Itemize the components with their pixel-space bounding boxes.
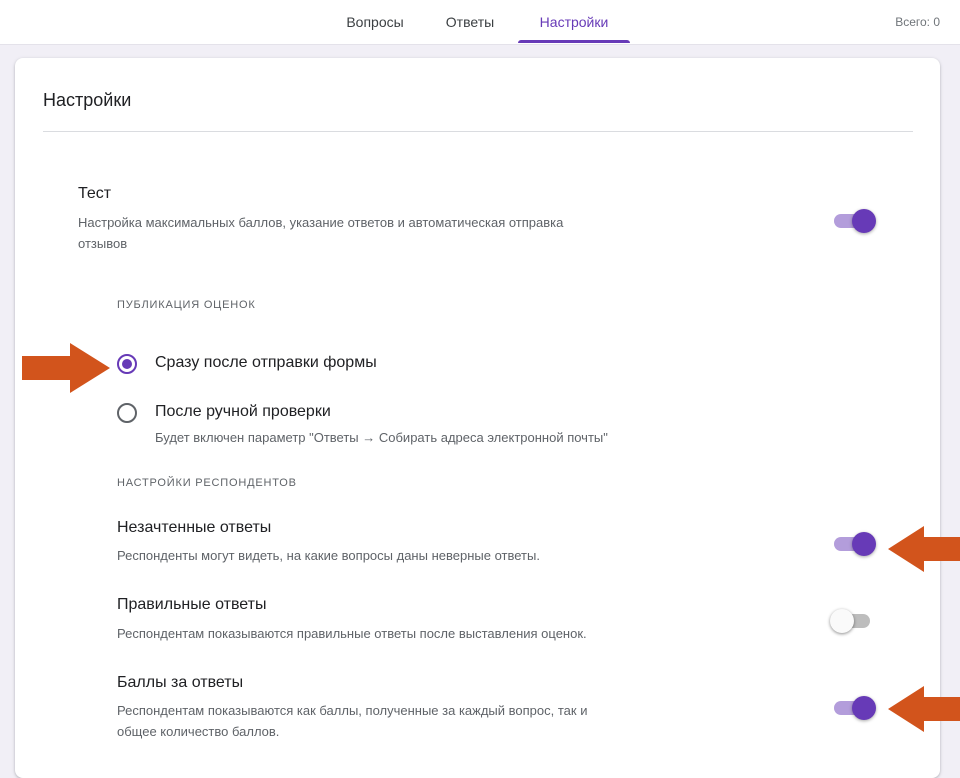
test-toggle[interactable]	[830, 208, 876, 233]
total-points: Всего: 0	[895, 15, 940, 29]
radio-label: После ручной проверки	[155, 403, 331, 420]
manual-review-hint: Будет включен параметр "Ответы → Собират…	[155, 430, 608, 445]
correct-answers-title: Правильные ответы	[117, 596, 267, 613]
radio-button-checked[interactable]	[117, 354, 137, 374]
point-values-toggle[interactable]	[830, 695, 876, 720]
grade-publication-header: ПУБЛИКАЦИЯ ОЦЕНОК	[117, 299, 256, 311]
radio-button[interactable]	[117, 403, 137, 423]
active-tab-indicator	[518, 40, 630, 43]
test-setting-title: Тест	[78, 185, 112, 202]
tab-responses[interactable]: Ответы	[430, 0, 510, 42]
missed-answers-description: Респонденты могут видеть, на какие вопро…	[117, 548, 540, 563]
point-values-title: Баллы за ответы	[117, 674, 244, 691]
missed-answers-toggle[interactable]	[830, 531, 876, 556]
annotation-arrow-left-icon	[888, 686, 960, 732]
card-title: Настройки	[43, 90, 132, 110]
radio-immediately-after-submit[interactable]: Сразу после отправки формы	[117, 354, 517, 376]
annotation-arrow-right-icon	[22, 343, 110, 393]
top-tab-bar: Вопросы Ответы Настройки Всего: 0	[0, 0, 960, 45]
tab-settings[interactable]: Настройки	[518, 0, 630, 42]
divider	[43, 131, 913, 132]
correct-answers-toggle[interactable]	[830, 608, 876, 633]
radio-label: Сразу после отправки формы	[155, 354, 377, 371]
annotation-arrow-left-icon	[888, 526, 960, 572]
correct-answers-description: Респондентам показываются правильные отв…	[117, 626, 587, 641]
test-setting-description: Настройка максимальных баллов, указание …	[78, 215, 564, 251]
radio-after-manual-review[interactable]: После ручной проверки	[117, 403, 517, 425]
point-values-description: Респондентам показываются как баллы, пол…	[117, 703, 588, 739]
respondent-settings-header: НАСТРОЙКИ РЕСПОНДЕНТОВ	[117, 477, 297, 489]
missed-answers-title: Незачтенные ответы	[117, 519, 272, 536]
settings-card: Настройки Тест Настройка максимальных ба…	[15, 58, 940, 778]
tab-questions[interactable]: Вопросы	[330, 0, 420, 42]
